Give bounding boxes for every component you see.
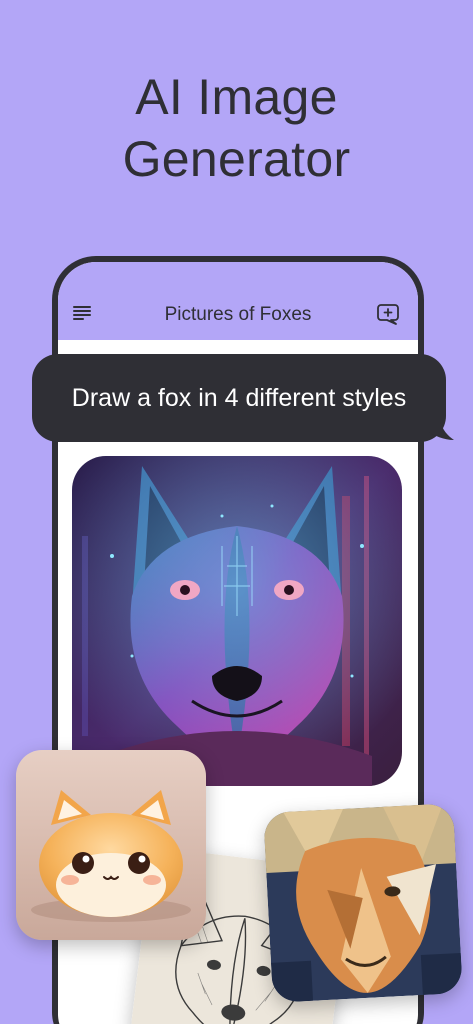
generated-image-painted-fox[interactable] [263, 803, 463, 1003]
generated-image-cyberpunk-fox[interactable] [72, 456, 402, 786]
generated-image-cute-fox[interactable] [16, 750, 206, 940]
bubble-tail [426, 420, 454, 440]
page-headline: AI Image Generator [0, 66, 473, 190]
headline-line-2: Generator [122, 131, 351, 187]
prompt-bubble: Draw a fox in 4 different styles [32, 354, 446, 442]
prompt-text: Draw a fox in 4 different styles [71, 383, 407, 412]
app-title: Pictures of Foxes [164, 304, 312, 325]
app-header: Pictures of Foxes [58, 262, 418, 340]
new-chat-icon[interactable] [377, 303, 401, 325]
headline-line-1: AI Image [135, 69, 338, 125]
